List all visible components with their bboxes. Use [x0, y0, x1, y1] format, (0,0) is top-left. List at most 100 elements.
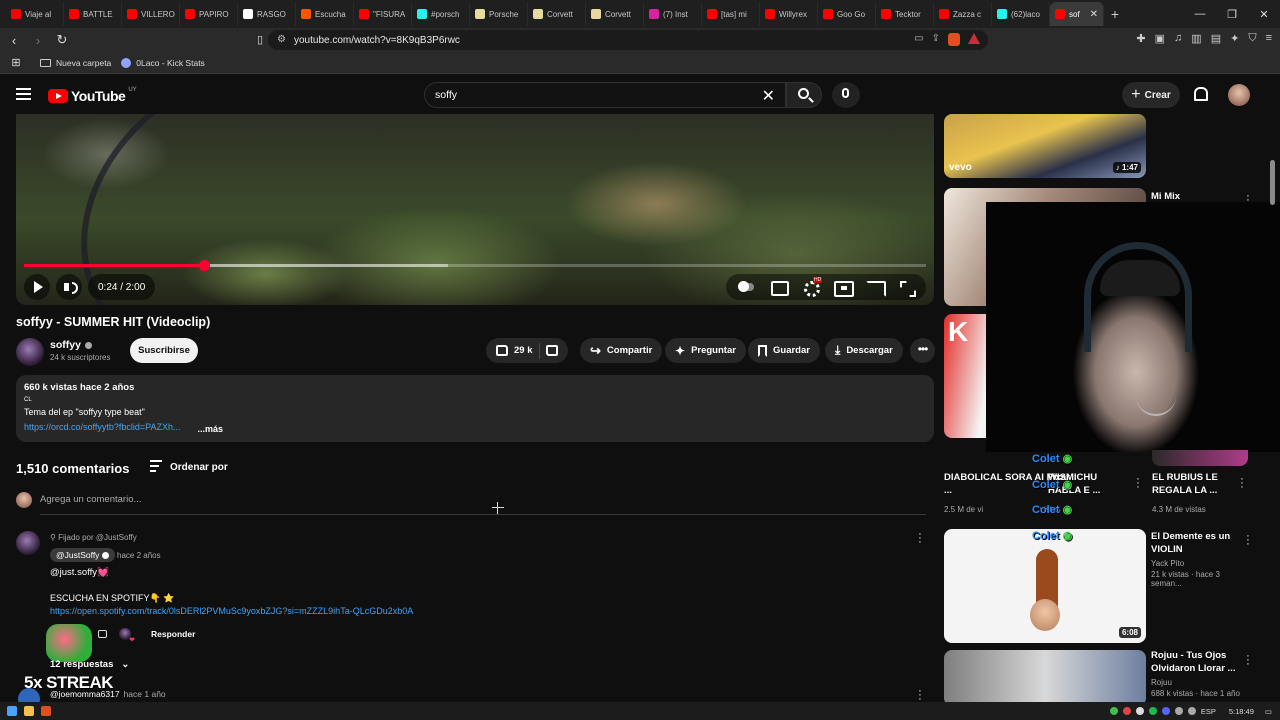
back-icon[interactable]: ‹	[4, 33, 24, 48]
video-options-icon[interactable]: ···	[1237, 474, 1247, 493]
related-video-title[interactable]: EL RUBIUS LE REGALA LA ...	[1152, 471, 1242, 497]
related-video-info[interactable]: Rojuu - Tus Ojos Olvidaron Llorar ... Ro…	[1151, 649, 1251, 698]
new-tab-icon[interactable]: +	[1104, 6, 1126, 22]
reload-icon[interactable]: ↻	[52, 32, 72, 48]
close-tab-icon[interactable]: ✕	[1090, 9, 1098, 20]
minimize-icon[interactable]: —	[1184, 8, 1216, 20]
screenshot-icon[interactable]: ▣	[1155, 32, 1165, 45]
voice-search-button[interactable]	[832, 82, 860, 108]
mute-button[interactable]	[56, 274, 82, 300]
file-explorer-icon[interactable]	[24, 706, 34, 716]
video-options-icon[interactable]: ···	[1243, 531, 1253, 550]
create-button[interactable]: + Crear	[1122, 82, 1180, 108]
related-thumbnail[interactable]: 6:08	[944, 529, 1146, 643]
comment-author[interactable]: @joemomma6317	[50, 689, 120, 699]
browser-tab[interactable]: Porsche	[470, 2, 528, 26]
notifications-tray-icon[interactable]: ▭	[1265, 707, 1272, 716]
install-icon[interactable]: ▭	[914, 33, 923, 46]
share-page-icon[interactable]: ⇪	[932, 33, 940, 46]
discord-tray-icon[interactable]	[1161, 707, 1170, 715]
description-box[interactable]: 660 k vistas hace 2 años CL Tema del ep …	[16, 375, 934, 442]
browser-tab[interactable]: Willyrex	[760, 2, 818, 26]
sort-comments-button[interactable]: Ordenar por	[150, 460, 228, 475]
clear-search-icon[interactable]: ✕	[762, 86, 775, 106]
related-thumbnail[interactable]: vevo ♪ 1:47	[944, 114, 1146, 178]
browser-tab[interactable]: "FISURA	[354, 2, 412, 26]
tray-app-icon[interactable]	[1122, 707, 1131, 715]
download-button[interactable]: ⤓ Descargar	[825, 338, 903, 363]
like-icon[interactable]	[496, 345, 508, 356]
related-video-info[interactable]: El Demente es un VIOLIN Yack Pito 21 k v…	[1151, 530, 1251, 588]
dislike-comment-icon[interactable]	[98, 630, 107, 638]
browser-tab[interactable]: Corvett	[586, 2, 644, 26]
ask-button[interactable]: ✦ Preguntar	[665, 338, 746, 363]
forward-icon[interactable]: ›	[28, 33, 48, 48]
add-comment-input[interactable]: Agrega un comentario...	[40, 494, 926, 515]
search-input[interactable]: soffy ✕	[424, 82, 786, 108]
comment-time[interactable]: hace 1 año	[124, 689, 166, 699]
more-actions-icon[interactable]: •••	[910, 338, 935, 363]
language-indicator[interactable]: ESP	[1201, 707, 1216, 716]
play-button[interactable]	[24, 274, 50, 300]
browser-tab[interactable]: [tas] mi	[702, 2, 760, 26]
browser-tab[interactable]: Corvett	[528, 2, 586, 26]
related-thumbnail[interactable]	[944, 650, 1146, 706]
extensions-icon[interactable]: ✚	[1136, 32, 1145, 45]
comment-time[interactable]: hace 2 años	[117, 551, 161, 560]
video-player[interactable]: 0:24 / 2:00 HD	[16, 114, 934, 305]
bookmark-kick-stats[interactable]: 0Laco - Kick Stats	[121, 57, 205, 68]
settings-gear-icon[interactable]: HD	[796, 276, 824, 298]
comment-options-icon[interactable]: · · ·	[915, 686, 925, 705]
browser-tab[interactable]: (7) Inst	[644, 2, 702, 26]
browser-tab[interactable]: sof ✕	[1050, 2, 1104, 26]
video-options-icon[interactable]: ···	[1133, 474, 1143, 493]
page-scrollbar[interactable]	[1270, 160, 1275, 205]
subtitles-icon[interactable]	[764, 276, 792, 298]
dislike-icon[interactable]	[545, 345, 558, 356]
bookmark-icon[interactable]: ▯	[250, 33, 270, 46]
browser-tab[interactable]: Goo Go	[818, 2, 876, 26]
browser-tab[interactable]: VILLERO	[122, 2, 180, 26]
vpn-icon[interactable]: ⛉	[1248, 32, 1256, 45]
spotify-tray-icon[interactable]	[1148, 707, 1157, 715]
start-icon[interactable]	[7, 706, 17, 716]
comment-link[interactable]: https://open.spotify.com/track/0lsDERl2P…	[50, 606, 413, 616]
menu-icon[interactable]: ≡	[1266, 32, 1272, 45]
related-thumbnail[interactable]	[1152, 450, 1248, 466]
like-count[interactable]: 29 k	[514, 345, 533, 356]
browser-tab[interactable]: #porsch	[412, 2, 470, 26]
brave-rewards-icon[interactable]	[968, 33, 980, 44]
browser-tab[interactable]: RASGO	[238, 2, 296, 26]
save-button[interactable]: Guardar	[748, 338, 820, 363]
browser-tab[interactable]: Viaje al	[6, 2, 64, 26]
comment-author-avatar[interactable]	[16, 531, 40, 555]
close-window-icon[interactable]: ✕	[1248, 8, 1280, 21]
comment-options-icon[interactable]: · · ·	[915, 529, 925, 548]
show-more-link[interactable]: ...más	[198, 424, 224, 434]
guide-menu-icon[interactable]	[16, 88, 31, 103]
browser-tab[interactable]: (62)laco	[992, 2, 1050, 26]
account-avatar[interactable]	[1228, 84, 1250, 106]
url-field[interactable]: ⚙ youtube.com/watch?v=8K9qB3P6rwc ▭ ⇪	[268, 30, 988, 50]
reply-button[interactable]: Responder	[151, 629, 195, 639]
browser-tab[interactable]: Zazza c	[934, 2, 992, 26]
tray-app-icon[interactable]	[1109, 707, 1118, 715]
media-icon[interactable]: ♫	[1174, 32, 1182, 45]
browser-tab[interactable]: PAPIRO	[180, 2, 238, 26]
brave-taskbar-icon[interactable]	[41, 706, 51, 716]
browser-tab[interactable]: BATTLE	[64, 2, 122, 26]
network-icon[interactable]	[1174, 707, 1183, 715]
bookmark-folder[interactable]: Nueva carpeta	[40, 58, 111, 68]
fullscreen-icon[interactable]	[892, 276, 920, 298]
brave-shields-icon[interactable]	[948, 33, 960, 46]
leo-ai-icon[interactable]: ✦	[1230, 32, 1239, 45]
autoplay-toggle-icon[interactable]	[732, 276, 760, 298]
browser-tab[interactable]: Escucha	[296, 2, 354, 26]
site-info-icon[interactable]: ⚙	[277, 34, 286, 45]
cast-icon[interactable]	[860, 276, 888, 298]
comment-author-chip[interactable]: @JustSoffy	[50, 548, 116, 562]
apps-grid-icon[interactable]: ⊞	[6, 56, 26, 69]
search-button[interactable]	[786, 82, 822, 108]
miniplayer-icon[interactable]	[828, 276, 856, 298]
clock[interactable]: 5:18:49	[1229, 707, 1254, 716]
